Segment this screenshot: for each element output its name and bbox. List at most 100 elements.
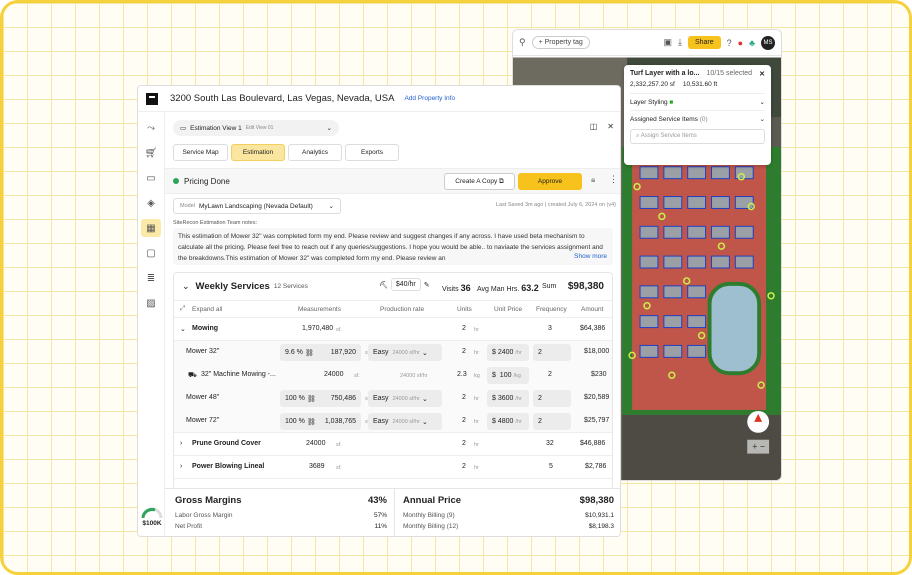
- view-selector[interactable]: ▭ Estimation View 1 Edit View 01 ⌄: [173, 120, 339, 136]
- difficulty-select[interactable]: Easy 24000 sf/hr ⌄: [368, 344, 442, 361]
- measurement-unit: sf.: [354, 373, 360, 379]
- close-icon[interactable]: ✕: [607, 122, 614, 131]
- units: 2: [462, 417, 466, 424]
- folder-icon[interactable]: ▭: [141, 169, 161, 187]
- avatar[interactable]: MS: [761, 35, 775, 50]
- tab-service-map[interactable]: Service Map: [173, 144, 228, 161]
- tab-bar: Service Map Estimation Analytics Exports: [173, 144, 399, 161]
- gross-value: 43%: [367, 495, 387, 506]
- measurement-input[interactable]: 9.6 % ⛓ 187,920: [280, 344, 361, 361]
- tab-analytics[interactable]: Analytics: [288, 144, 342, 161]
- labor-value: 57%: [373, 512, 387, 519]
- expand-icon[interactable]: ⤢: [180, 305, 185, 313]
- unit-price-input[interactable]: $ 2400 /hr: [487, 344, 529, 361]
- frequency-input[interactable]: 2: [533, 344, 571, 361]
- unit-price: 2400: [497, 349, 514, 356]
- frequency: 5: [549, 463, 553, 470]
- link-icon: ⛓: [306, 395, 316, 403]
- show-more-link[interactable]: Show more: [570, 251, 607, 262]
- download-icon[interactable]: ⤓: [678, 37, 682, 48]
- share-button[interactable]: Share: [687, 36, 721, 49]
- chevron-down-icon: ⌄: [759, 99, 765, 106]
- layers-icon[interactable]: ◈: [141, 194, 161, 212]
- image-icon[interactable]: ▨: [141, 294, 161, 312]
- unit-price-input[interactable]: $ 100 /kg: [487, 367, 529, 384]
- table-row-mower-32[interactable]: Mower 32" 9.6 % ⛓ 187,920 sf. Easy 24000…: [174, 341, 612, 364]
- lock-icon[interactable]: 🔒︎: [591, 175, 595, 185]
- chevron-down-icon[interactable]: ⌄: [182, 281, 190, 292]
- top-bar: 3200 South Las Boulevard, Las Vegas, Nev…: [138, 86, 620, 112]
- image-icon[interactable]: ▣: [663, 37, 672, 48]
- difficulty-select[interactable]: Easy 24000 sf/hr ⌄: [368, 390, 442, 407]
- chevron-right-icon[interactable]: ›: [180, 463, 182, 470]
- edit-view-label[interactable]: Edit View 01: [246, 125, 274, 131]
- hourly-rate[interactable]: $40/hr: [390, 278, 421, 291]
- monthly-9-value: $10,931.1: [585, 512, 614, 519]
- notes-label: SiteRecon Estimation Team notes:: [173, 220, 257, 226]
- unit-price: 3600: [497, 395, 514, 402]
- calculator-icon[interactable]: ▦: [141, 219, 161, 237]
- add-property-info-link[interactable]: Add Property Info: [404, 95, 455, 102]
- visits-label: Visits: [442, 286, 459, 293]
- layer-length: 10,531.60 ft: [682, 81, 718, 88]
- units-unit: hr: [474, 419, 479, 425]
- more-icon[interactable]: ⋮: [609, 174, 618, 185]
- integration-icon[interactable]: ♣: [749, 38, 755, 48]
- weekly-services-count: 12 Services: [273, 283, 308, 290]
- unit-price-input[interactable]: $ 4800 /hr: [487, 413, 529, 430]
- chat-icon[interactable]: ▢: [141, 244, 161, 262]
- divider: [394, 489, 395, 536]
- frequency-input[interactable]: 2: [533, 413, 571, 430]
- notification-icon[interactable]: ●: [738, 38, 743, 48]
- edit-icon[interactable]: ✎: [424, 281, 430, 289]
- difficulty-select[interactable]: Easy 24000 sf/hr ⌄: [368, 413, 442, 430]
- difficulty: Easy: [373, 349, 389, 356]
- close-icon[interactable]: ✕: [759, 70, 765, 78]
- approve-button[interactable]: Approve: [518, 173, 582, 190]
- create-copy-button[interactable]: Create A Copy ⧉: [444, 173, 515, 190]
- table-row-mower-48[interactable]: Mower 48" 100 % ⛓ 750,486 sf. Easy 24000…: [174, 387, 612, 410]
- table-row-machine-mowing[interactable]: ⛟ 32" Machine Mowing -... 24000 sf. 2400…: [174, 364, 612, 387]
- tab-exports[interactable]: Exports: [345, 144, 399, 161]
- measurement-input[interactable]: 100 % ⛓ 750,486: [280, 390, 361, 407]
- frequency-input[interactable]: 2: [533, 390, 571, 407]
- service-name: Mower 72": [186, 417, 220, 424]
- property-tag-button[interactable]: + Property tag: [531, 36, 590, 49]
- cart-icon[interactable]: 🛒︎: [141, 144, 161, 162]
- tab-estimation[interactable]: Estimation: [231, 144, 285, 161]
- estimation-window: 3200 South Las Boulevard, Las Vegas, Nev…: [137, 85, 621, 537]
- units: 2: [462, 394, 466, 401]
- document-icon[interactable]: ≣: [141, 269, 161, 287]
- chevron-down-icon: ⌄: [421, 395, 428, 403]
- sidebar-toggle-icon[interactable]: ◫: [590, 122, 598, 131]
- notes-text: This estimation of Mower 32" was complet…: [178, 233, 603, 262]
- table-row-power-blowing[interactable]: › Power Blowing Lineal 3689 sf. 2 hr 5 $…: [174, 456, 612, 479]
- table-row-mower-72[interactable]: Mower 72" 100 % ⛓ 1,038,765 sf. Easy 240…: [174, 410, 612, 433]
- help-icon[interactable]: ?: [727, 38, 732, 48]
- last-saved: Last Saved 3m ago | created July 6, 2024…: [495, 202, 616, 208]
- expand-all-button[interactable]: Expand all: [192, 306, 222, 313]
- app-logo[interactable]: [146, 92, 158, 105]
- table-row-prune[interactable]: › Prune Ground Cover 24000 sf. 2 hr 32 $…: [174, 433, 612, 456]
- assigned-items-row[interactable]: Assigned Service Items (0) ⌄: [630, 110, 765, 127]
- percentage: 100 %: [285, 418, 305, 425]
- annual-title: Annual Price: [403, 495, 462, 506]
- copy-icon: ⧉: [499, 177, 504, 185]
- weekly-total: $98,380: [567, 281, 604, 292]
- folder-icon: ▭: [180, 125, 187, 132]
- amount: $20,589: [584, 394, 610, 401]
- assign-search-input[interactable]: ⌕ Assign Service Items: [630, 129, 765, 144]
- route-icon[interactable]: ⤳: [141, 119, 161, 137]
- chevron-right-icon[interactable]: ›: [180, 440, 182, 447]
- percentage: 9.6 %: [285, 349, 303, 356]
- unit-price-input[interactable]: $ 3600 /hr: [487, 390, 529, 407]
- weekly-services-title: Weekly Services: [195, 281, 270, 292]
- property-address: 3200 South Las Boulevard, Las Vegas, Nev…: [170, 93, 395, 104]
- sum-label: Sum: [542, 283, 557, 290]
- rate: 24000 sf/hr: [392, 395, 420, 402]
- model-selector[interactable]: Model MyLawn Landscaping (Nevada Default…: [173, 198, 341, 214]
- table-row-mowing[interactable]: ⌄ Mowing 1,970,480 sf. 2 hr 3 $64,386: [174, 318, 612, 341]
- layer-styling-row[interactable]: Layer Styling ■ ⌄: [630, 93, 765, 110]
- chevron-down-icon[interactable]: ⌄: [180, 325, 186, 333]
- measurement-input[interactable]: 100 % ⛓ 1,038,765: [280, 413, 361, 430]
